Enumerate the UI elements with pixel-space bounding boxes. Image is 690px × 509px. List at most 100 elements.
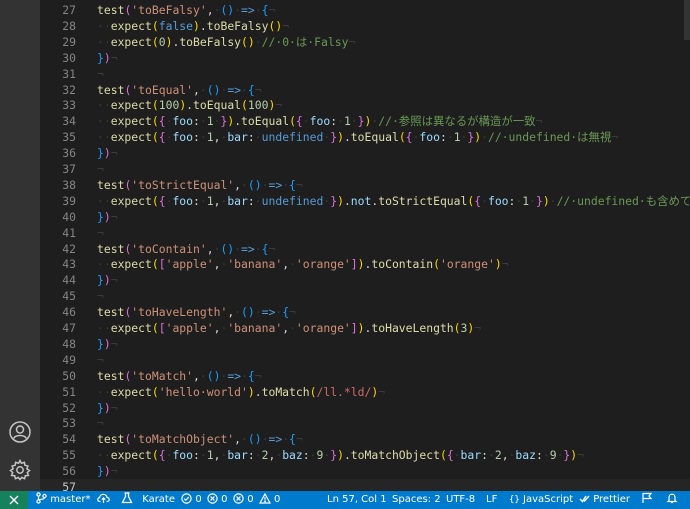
- line-number: 41: [62, 225, 76, 240]
- code-line[interactable]: 53 ¬: [40, 415, 690, 431]
- code-token: ·: [254, 193, 262, 208]
- code-line[interactable]: 54 test('toMatchObject',·()·=>·{¬: [40, 431, 690, 447]
- code-token: :: [193, 193, 200, 208]
- code-token: foo: [419, 130, 440, 145]
- code-line[interactable]: 31 ¬: [40, 66, 690, 82]
- code-token: =>: [241, 241, 255, 256]
- code-line[interactable]: 51 ··expect('hello·world').toMatch(/ll.*l…: [40, 384, 690, 400]
- code-token: }: [535, 193, 543, 208]
- code-line[interactable]: 47 ··expect(['apple',·'banana',·'orange']…: [40, 320, 690, 336]
- code-token: ··: [97, 130, 111, 145]
- code-token: ·: [199, 82, 207, 97]
- cursor-position[interactable]: Ln 57, Col 1: [327, 491, 387, 509]
- code-token: ): [337, 448, 344, 463]
- end-of-line[interactable]: LF: [486, 491, 497, 509]
- code-token: toEqual: [193, 98, 242, 113]
- code-token: 1: [206, 193, 214, 208]
- code-token: ]: [350, 321, 358, 335]
- problems-status[interactable]: 0 0: [233, 491, 280, 509]
- line-number: 38: [62, 177, 76, 192]
- code-token: expect: [110, 98, 152, 113]
- sync-button[interactable]: [97, 491, 110, 509]
- code-line[interactable]: 38 test('toStrictEqual',·()·=>·{¬: [40, 177, 690, 193]
- code-token: ··: [97, 448, 111, 463]
- code-line[interactable]: 57: [40, 479, 690, 491]
- remote-indicator[interactable]: [0, 491, 28, 509]
- code-line[interactable]: 46 test('toHaveLength',·()·=>·{¬: [40, 304, 690, 320]
- code-token: ·: [254, 3, 262, 17]
- line-code: ¬: [97, 352, 104, 368]
- code-token: ·: [241, 82, 248, 97]
- cloud-upload-icon: [97, 493, 110, 503]
- code-line[interactable]: 43 ··expect(['apple',·'banana',·'orange']…: [40, 256, 690, 272]
- code-token: ¬: [535, 114, 543, 129]
- code-line[interactable]: 27 test('toBeFalsy',·()·=>·{¬: [40, 2, 690, 18]
- code-token: foo: [172, 114, 194, 129]
- git-branch[interactable]: master*: [36, 491, 90, 509]
- code-token: 'apple': [165, 321, 214, 335]
- code-token: ··: [97, 18, 111, 33]
- account-icon[interactable]: [8, 420, 32, 444]
- line-number: 33: [62, 98, 76, 113]
- code-line[interactable]: 37 ¬: [40, 161, 690, 177]
- code-line[interactable]: 33 ··expect(100).toEqual(100)¬: [40, 97, 690, 113]
- code-line[interactable]: 40})¬: [40, 209, 690, 225]
- code-line[interactable]: 45 ¬: [40, 288, 690, 304]
- code-line[interactable]: 52})¬: [40, 400, 690, 416]
- code-line[interactable]: 34 ··expect({·foo:·1·}).toEqual({·foo:·1·…: [40, 113, 690, 129]
- code-line[interactable]: 49 ¬: [40, 352, 690, 368]
- notifications-button[interactable]: [666, 491, 678, 509]
- line-number: 37: [62, 162, 76, 176]
- code-token: (: [151, 130, 159, 145]
- code-token: ·: [254, 241, 262, 256]
- code-token: (: [433, 257, 440, 272]
- code-line[interactable]: 50 test('toMatch',·()·=>·{¬: [40, 368, 690, 384]
- code-token: 'toStrictEqual': [131, 177, 235, 192]
- language-mode[interactable]: {} JavaScript: [509, 491, 573, 509]
- indentation[interactable]: Spaces: 2: [392, 491, 441, 509]
- line-number: 46: [62, 305, 76, 320]
- code-line[interactable]: 36})¬: [40, 145, 690, 161]
- code-token: 100: [247, 98, 269, 113]
- code-line[interactable]: 44})¬: [40, 272, 690, 288]
- code-token: ··: [97, 257, 111, 272]
- code-line[interactable]: 56})¬: [40, 463, 690, 479]
- line-number: 45: [62, 289, 76, 304]
- code-token: (: [439, 448, 447, 463]
- code-token: :: [439, 130, 447, 145]
- code-token: ··: [97, 321, 111, 335]
- code-line[interactable]: 42 test('toContain',·()·=>·{¬: [40, 241, 690, 257]
- code-token: 100: [158, 98, 180, 113]
- code-line[interactable]: 30})¬: [40, 50, 690, 66]
- code-line[interactable]: 29 ··expect(0).toBeFalsy()·//·0·は·Falsy¬: [40, 34, 690, 50]
- code-line[interactable]: 35 ··expect({·foo:·1,·bar:·undefined·}).t…: [40, 129, 690, 145]
- code-line[interactable]: 41 ¬: [40, 225, 690, 241]
- file-encoding[interactable]: UTF-8: [446, 491, 475, 509]
- code-token: ·: [241, 368, 248, 383]
- code-token: test: [97, 241, 125, 256]
- code-line[interactable]: 39 ··expect({·foo:·1,·bar:·undefined·}).n…: [40, 193, 690, 209]
- settings-gear-icon[interactable]: [8, 458, 32, 482]
- braces-icon: {}: [509, 495, 520, 505]
- code-token: ¬: [110, 50, 118, 65]
- remote-icon: [9, 495, 19, 505]
- line-number: 51: [62, 384, 76, 399]
- code-token: {: [158, 448, 166, 463]
- code-line[interactable]: 48})¬: [40, 336, 690, 352]
- code-token: toContain: [371, 257, 434, 272]
- editor-scrollbar[interactable]: [684, 0, 690, 40]
- code-line[interactable]: 55 ··expect({·foo:·1,·bar:·2,·baz:·9·}).t…: [40, 447, 690, 463]
- code-line[interactable]: 32 test('toEqual',·()·=>·{¬: [40, 82, 690, 98]
- prettier-status[interactable]: Prettier: [579, 491, 630, 509]
- code-token: :: [535, 448, 543, 463]
- code-line[interactable]: 28 ··expect(false).toBeFalsy()¬: [40, 18, 690, 34]
- line-code: test('toStrictEqual',·()·=>·{¬: [97, 177, 303, 193]
- code-token: ··: [97, 34, 111, 49]
- line-code: })¬: [97, 272, 118, 288]
- code-editor[interactable]: 27 test('toBeFalsy',·()·=>·{¬ 28 ··expect(f…: [40, 0, 690, 491]
- feedback-button[interactable]: [641, 491, 653, 509]
- code-token: :: [193, 130, 200, 145]
- code-token: bar: [227, 193, 248, 208]
- karate-status[interactable]: Karate 0 0: [121, 491, 228, 509]
- line-code: ··expect({·foo:·1·}).toEqual({·foo:·1·})…: [97, 113, 542, 129]
